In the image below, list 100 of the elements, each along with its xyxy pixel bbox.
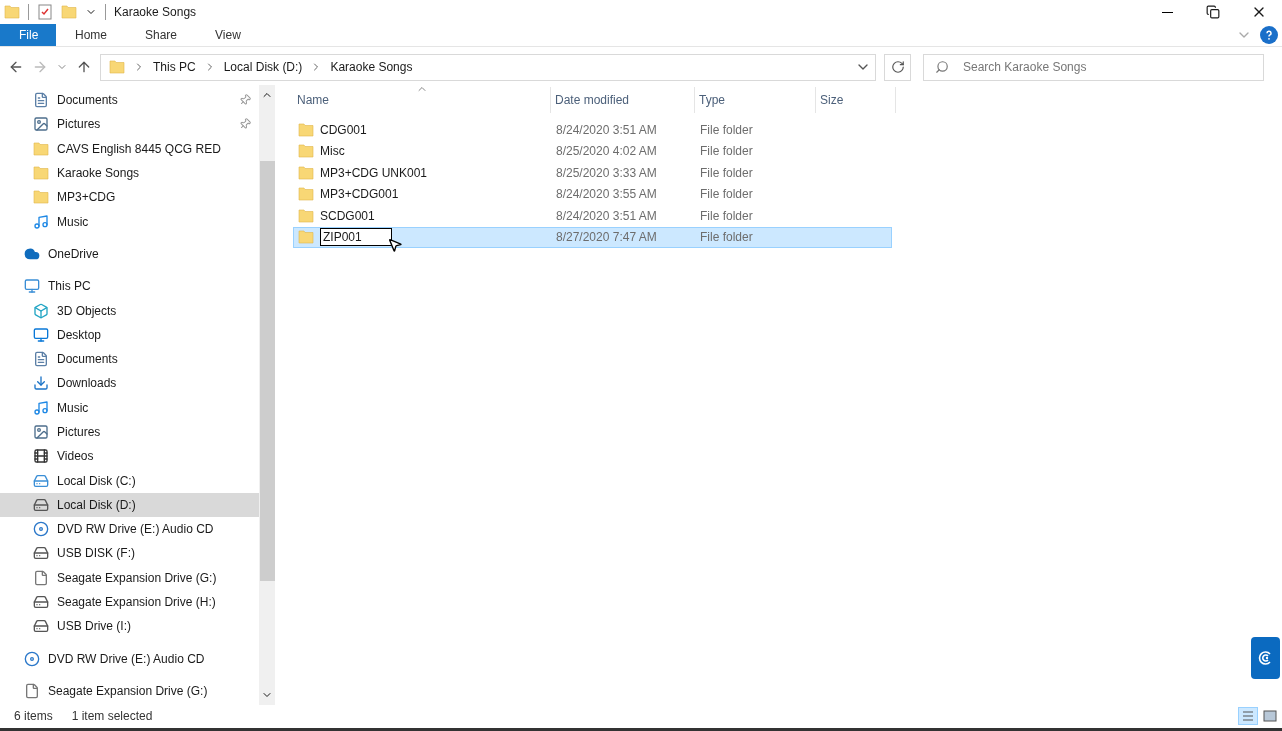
nav-item[interactable]: Music: [0, 209, 259, 234]
back-icon[interactable]: [8, 59, 24, 75]
search-icon: [935, 59, 949, 74]
drive-icon: [33, 618, 49, 635]
music-note-icon: [33, 399, 49, 416]
file-row[interactable]: SCDG001 8/24/2020 3:51 AM File folder: [293, 205, 892, 227]
disc-icon: [33, 521, 49, 538]
download-icon: [33, 375, 49, 392]
file-name: MP3+CDG UNK001: [320, 164, 428, 182]
help-icon[interactable]: [1260, 26, 1278, 44]
nav-item[interactable]: CAVS English 8445 QCG RED: [0, 136, 259, 161]
file-name: MP3+CDG001: [320, 186, 399, 204]
nav-item[interactable]: Documents: [0, 346, 259, 372]
window-title: Karaoke Songs: [114, 4, 197, 21]
file-row[interactable]: CDG001 8/24/2020 3:51 AM File folder: [293, 119, 892, 141]
file-row[interactable]: Misc 8/25/2020 4:02 AM File folder: [293, 140, 892, 162]
search-field[interactable]: Search Karaoke Songs: [923, 53, 1264, 81]
folder-icon: [109, 59, 125, 75]
picture-icon: [33, 116, 49, 133]
folder-icon: [61, 4, 77, 20]
date-cell-text: 8/24/2020 3:55 AM: [555, 186, 658, 204]
nav-item[interactable]: Downloads: [0, 371, 259, 396]
document-icon: [33, 351, 49, 368]
drive-icon: [33, 496, 49, 513]
folder-icon: [33, 189, 49, 206]
folder-icon: [298, 186, 314, 203]
nav-item[interactable]: DVD RW Drive (E:) Audio CD: [0, 646, 259, 671]
nav-item[interactable]: USB DISK (F:): [0, 541, 259, 566]
column-header[interactable]: Date modified: [551, 87, 695, 113]
file-icon: [33, 569, 49, 586]
file-name: Misc: [320, 143, 345, 161]
nav-item[interactable]: Pictures: [0, 419, 259, 445]
music-note-icon: [33, 213, 49, 230]
nav-item[interactable]: Pictures: [0, 112, 259, 137]
picture-icon: [33, 424, 49, 440]
column-header[interactable]: Type: [695, 87, 816, 113]
breadcrumb[interactable]: This PC: [153, 58, 196, 76]
file-row[interactable]: MP3+CDG UNK001 8/25/2020 3:33 AM File folder: [293, 162, 892, 184]
nav-item[interactable]: Seagate Expansion Drive (G:): [0, 565, 259, 590]
nav-item[interactable]: USB Drive (I:): [0, 614, 259, 639]
checklist-icon[interactable]: [37, 4, 53, 20]
file-icon: [24, 682, 40, 699]
ribbon-tab[interactable]: Share: [126, 24, 197, 46]
drive-icon: [33, 545, 49, 562]
file-row[interactable]: MP3+CDG001 8/24/2020 3:55 AM File folder: [293, 183, 892, 205]
nav-item[interactable]: Videos: [0, 444, 259, 469]
folder-icon: [298, 143, 314, 160]
nav-item[interactable]: Seagate Expansion Drive (H:): [0, 589, 259, 615]
folder-icon: [33, 140, 49, 157]
folder-icon: [298, 207, 314, 224]
nav-item[interactable]: Local Disk (D:): [0, 492, 259, 518]
large-icons-view-icon[interactable]: [1260, 707, 1280, 725]
date-cell-text: 8/27/2020 7:47 AM: [555, 229, 658, 247]
nav-item[interactable]: DVD RW Drive (E:) Audio CD: [0, 517, 259, 542]
ribbon-tab[interactable]: File: [0, 24, 56, 46]
nav-item[interactable]: Seagate Expansion Drive (G:): [0, 678, 259, 704]
rename-field[interactable]: ZIP001: [320, 228, 392, 247]
film-icon: [33, 448, 49, 465]
up-icon[interactable]: [76, 59, 92, 75]
refresh-icon: [890, 60, 905, 74]
address-bar[interactable]: This PC Local Disk (D:) Karaoke Songs: [100, 53, 876, 81]
desktop-icon: [33, 326, 49, 343]
restore-icon: [1206, 5, 1220, 19]
disc-icon: [24, 650, 40, 667]
type-cell-text: File folder: [699, 121, 754, 139]
selection-count: 1 item selected: [71, 708, 153, 725]
nav-item[interactable]: Karaoke Songs: [0, 160, 259, 186]
document-icon: [33, 92, 49, 109]
breadcrumb[interactable]: Local Disk (D:): [223, 58, 303, 76]
mouse-cursor-icon: [387, 237, 403, 253]
folder-icon: [298, 229, 314, 246]
ribbon-tab[interactable]: View: [196, 24, 260, 46]
details-view-icon[interactable]: [1238, 707, 1258, 725]
nav-item[interactable]: Music: [0, 395, 259, 420]
file-row[interactable]: ZIP001 8/27/2020 7:47 AM File folder: [293, 226, 892, 248]
nav-item[interactable]: OneDrive: [0, 241, 259, 267]
nav-item[interactable]: MP3+CDG: [0, 185, 259, 210]
folder-icon: [298, 164, 314, 181]
column-header[interactable]: Name: [293, 87, 551, 113]
date-cell-text: 8/25/2020 3:33 AM: [555, 164, 658, 182]
folder-icon: [33, 165, 49, 182]
scrollbar[interactable]: [259, 85, 275, 705]
nav-item[interactable]: Desktop: [0, 322, 259, 347]
type-cell-text: File folder: [699, 164, 754, 182]
ribbon-tab[interactable]: Home: [56, 24, 126, 46]
floating-widget-button[interactable]: [1251, 637, 1280, 679]
refresh-button[interactable]: [884, 53, 911, 81]
type-cell-text: File folder: [699, 229, 754, 247]
nav-item[interactable]: This PC: [0, 274, 259, 299]
breadcrumb[interactable]: Karaoke Songs: [330, 58, 413, 76]
nav-item[interactable]: 3D Objects: [0, 298, 259, 323]
column-header[interactable]: Size: [816, 87, 896, 113]
minimize-icon: [1161, 11, 1173, 13]
nav-item[interactable]: Documents: [0, 88, 259, 113]
folder-icon: [4, 4, 20, 20]
type-cell-text: File folder: [699, 207, 754, 225]
file-name: SCDG001: [320, 207, 375, 225]
forward-icon[interactable]: [32, 59, 48, 75]
nav-item[interactable]: Local Disk (C:): [0, 468, 259, 493]
monitor-icon: [24, 278, 40, 295]
